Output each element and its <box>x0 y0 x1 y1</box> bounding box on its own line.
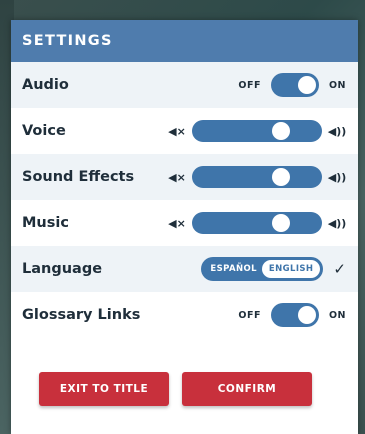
mute-icon[interactable]: ◀× <box>166 125 188 138</box>
settings-header: SETTINGS <box>11 20 358 62</box>
audio-on-label: ON <box>328 79 346 91</box>
mute-icon[interactable]: ◀× <box>166 171 188 184</box>
sound-effects-slider-group: ◀× ◀)) <box>166 166 348 188</box>
language-switch[interactable]: ESPAÑOL ENGLISH <box>201 257 324 281</box>
language-label: Language <box>22 261 103 277</box>
music-label: Music <box>22 215 69 231</box>
language-option-espanol[interactable]: ESPAÑOL <box>210 264 262 274</box>
audio-toggle-knob[interactable] <box>297 76 316 94</box>
sound-effects-label: Sound Effects <box>22 169 135 185</box>
sound-effects-slider-knob[interactable] <box>271 168 290 186</box>
audio-row: Audio OFF ON <box>11 62 358 108</box>
sound-effects-row: Sound Effects ◀× ◀)) <box>11 154 358 200</box>
audio-off-label: OFF <box>238 79 261 91</box>
music-slider-knob[interactable] <box>271 214 290 232</box>
language-group: ESPAÑOL ENGLISH ✓ <box>201 257 346 281</box>
voice-label: Voice <box>22 123 66 139</box>
exit-to-title-button[interactable]: EXIT TO TITLE <box>39 372 169 406</box>
music-slider-group: ◀× ◀)) <box>166 212 348 234</box>
glossary-links-toggle[interactable] <box>270 303 319 327</box>
voice-row: Voice ◀× ◀)) <box>11 108 358 154</box>
voice-slider-group: ◀× ◀)) <box>166 120 348 142</box>
volume-icon[interactable]: ◀)) <box>326 217 348 230</box>
volume-icon[interactable]: ◀)) <box>326 125 348 138</box>
sound-effects-slider[interactable] <box>192 166 322 188</box>
glossary-on-label: ON <box>328 309 346 321</box>
audio-label: Audio <box>22 77 69 93</box>
volume-icon[interactable]: ◀)) <box>326 171 348 184</box>
audio-toggle-group: OFF ON <box>238 73 346 97</box>
language-option-english[interactable]: ENGLISH <box>261 260 321 278</box>
music-row: Music ◀× ◀)) <box>11 200 358 246</box>
audio-toggle[interactable] <box>270 73 319 97</box>
music-slider[interactable] <box>192 212 322 234</box>
language-row: Language ESPAÑOL ENGLISH ✓ <box>11 246 358 292</box>
voice-slider[interactable] <box>192 120 322 142</box>
check-icon: ✓ <box>333 260 346 278</box>
glossary-off-label: OFF <box>238 309 261 321</box>
glossary-toggle-group: OFF ON <box>238 303 346 327</box>
glossary-links-label: Glossary Links <box>22 307 141 323</box>
glossary-toggle-knob[interactable] <box>297 306 316 324</box>
confirm-button[interactable]: CONFIRM <box>182 372 312 406</box>
mute-icon[interactable]: ◀× <box>166 217 188 230</box>
voice-slider-knob[interactable] <box>271 122 290 140</box>
glossary-links-row: Glossary Links OFF ON <box>11 292 358 338</box>
